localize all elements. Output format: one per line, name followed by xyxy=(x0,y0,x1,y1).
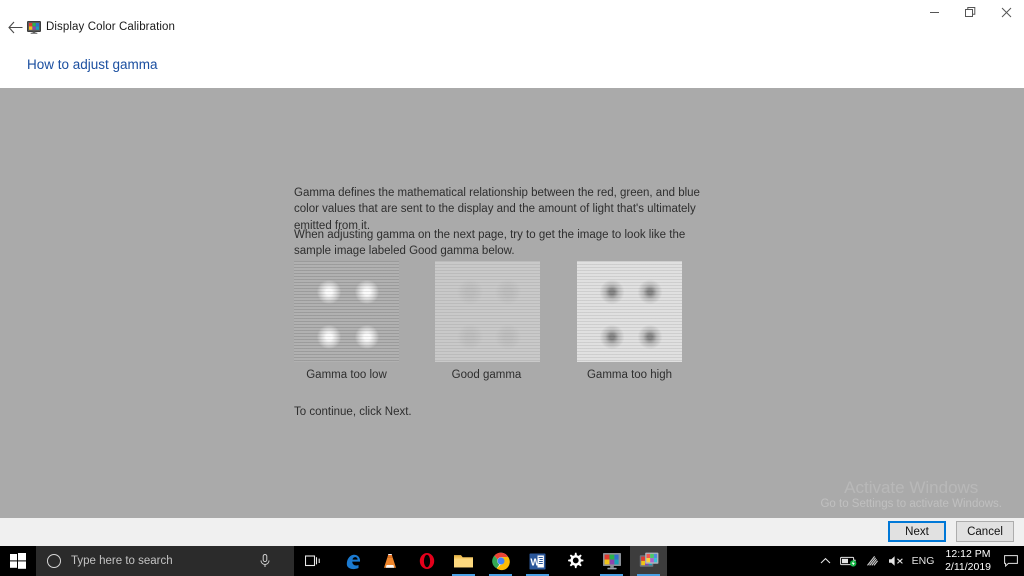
windows-start-icon xyxy=(10,553,26,569)
vlc-cone-icon xyxy=(383,554,396,568)
tray-battery-icon[interactable] xyxy=(837,546,861,576)
gamma-swatch-too-high xyxy=(577,261,682,362)
google-chrome-icon xyxy=(491,552,510,571)
svg-text:W: W xyxy=(530,557,540,568)
title-bar: Display Color Calibration xyxy=(0,0,1024,46)
continue-instruction: To continue, click Next. xyxy=(294,406,412,418)
file-explorer-folder-icon xyxy=(454,555,473,568)
clock-time: 12:12 PM xyxy=(945,547,991,560)
gamma-sample-low: Gamma too low xyxy=(294,261,399,381)
clock[interactable]: 12:12 PM 2/11/2019 xyxy=(938,546,998,576)
swatch-scanlines xyxy=(294,261,399,362)
monitor-color-window-icon xyxy=(639,552,658,567)
cancel-button[interactable]: Cancel xyxy=(956,521,1014,542)
gamma-swatch-good xyxy=(435,261,540,362)
window-title: Display Color Calibration xyxy=(46,21,176,33)
task-view-button[interactable] xyxy=(294,546,332,576)
volume-muted-icon xyxy=(888,556,903,566)
watermark-title: Activate Windows xyxy=(844,477,979,497)
next-button[interactable]: Next xyxy=(888,521,946,542)
taskbar-item-opera-browser[interactable] xyxy=(408,546,445,576)
action-center-icon xyxy=(1004,555,1018,567)
taskbar-item-display-color-calibration[interactable] xyxy=(593,546,630,576)
task-view-icon xyxy=(304,555,320,567)
taskbar-item-active-window[interactable] xyxy=(630,546,667,576)
tray-volume-icon[interactable] xyxy=(884,546,908,576)
monitor-color-icon xyxy=(602,553,621,570)
search-box[interactable]: Type here to search xyxy=(36,546,294,576)
restore-button[interactable] xyxy=(952,0,988,24)
close-icon xyxy=(1001,7,1011,17)
dialog-footer: Next Cancel xyxy=(0,518,1024,546)
back-button[interactable] xyxy=(4,18,26,36)
activation-watermark: Activate Windows Go to Settings to activ… xyxy=(820,478,1002,512)
gamma-sample-label: Gamma too low xyxy=(306,369,387,381)
taskbar-item-file-explorer[interactable] xyxy=(445,546,482,576)
back-arrow-icon xyxy=(7,21,22,33)
screen: Display Color Calibration How to adjust … xyxy=(0,0,1024,576)
app-icon-monitor-color-icon xyxy=(27,21,41,34)
chevron-up-icon xyxy=(820,557,830,564)
taskbar-item-microsoft-word[interactable]: W xyxy=(519,546,556,576)
opera-icon xyxy=(419,553,434,569)
microsoft-word-icon: W xyxy=(529,553,546,569)
calibration-canvas: Gamma defines the mathematical relations… xyxy=(0,88,1024,518)
gamma-instruction-paragraph: When adjusting gamma on the next page, t… xyxy=(294,229,686,258)
swatch-scanlines xyxy=(577,261,682,362)
search-circle-icon xyxy=(47,554,61,568)
taskbar-app-icons: W xyxy=(334,546,667,576)
help-link-row: How to adjust gamma xyxy=(0,46,1024,88)
gamma-sample-images: Gamma too low Good gamma Gamma too high xyxy=(294,261,688,381)
restore-icon xyxy=(964,6,975,17)
gamma-sample-label: Good gamma xyxy=(451,369,522,381)
battery-charging-icon xyxy=(840,556,857,567)
window-controls xyxy=(916,0,1024,24)
gamma-sample-good: Good gamma xyxy=(435,261,540,381)
minimize-icon xyxy=(929,11,939,13)
swatch-scanlines xyxy=(435,261,540,362)
system-tray: ENG 12:12 PM 2/11/2019 xyxy=(813,546,1024,576)
tray-network-icon[interactable] xyxy=(861,546,884,576)
search-input-placeholder: Type here to search xyxy=(71,555,173,567)
gear-icon xyxy=(567,552,583,569)
microphone-icon[interactable] xyxy=(260,554,270,568)
gamma-sample-label: Gamma too high xyxy=(586,369,672,381)
gamma-swatch-too-low xyxy=(294,261,399,362)
footer-button-bar: Next Cancel xyxy=(888,521,1014,542)
action-center-button[interactable] xyxy=(998,546,1024,576)
taskbar-item-vlc-media-player[interactable] xyxy=(371,546,408,576)
monitor-color-icon xyxy=(27,21,41,34)
taskbar-item-settings[interactable] xyxy=(556,546,593,576)
watermark-subtitle: Go to Settings to activate Windows. xyxy=(820,498,1002,511)
microsoft-edge-icon xyxy=(346,554,360,570)
tray-language-indicator[interactable]: ENG xyxy=(908,546,938,576)
minimize-button[interactable] xyxy=(916,0,952,24)
start-button[interactable] xyxy=(0,546,36,576)
taskbar-item-microsoft-edge[interactable] xyxy=(334,546,371,576)
taskbar: Type here to search W ENG 12:12 PM 2/11/… xyxy=(0,546,1024,576)
clock-date: 2/11/2019 xyxy=(945,561,991,573)
how-to-adjust-gamma-link[interactable]: How to adjust gamma xyxy=(27,57,158,72)
gamma-sample-high: Gamma too high xyxy=(577,261,682,381)
tray-show-hidden-icons-button[interactable] xyxy=(813,546,837,576)
wifi-icon xyxy=(867,556,879,566)
close-button[interactable] xyxy=(988,0,1024,24)
taskbar-item-google-chrome[interactable] xyxy=(482,546,519,576)
